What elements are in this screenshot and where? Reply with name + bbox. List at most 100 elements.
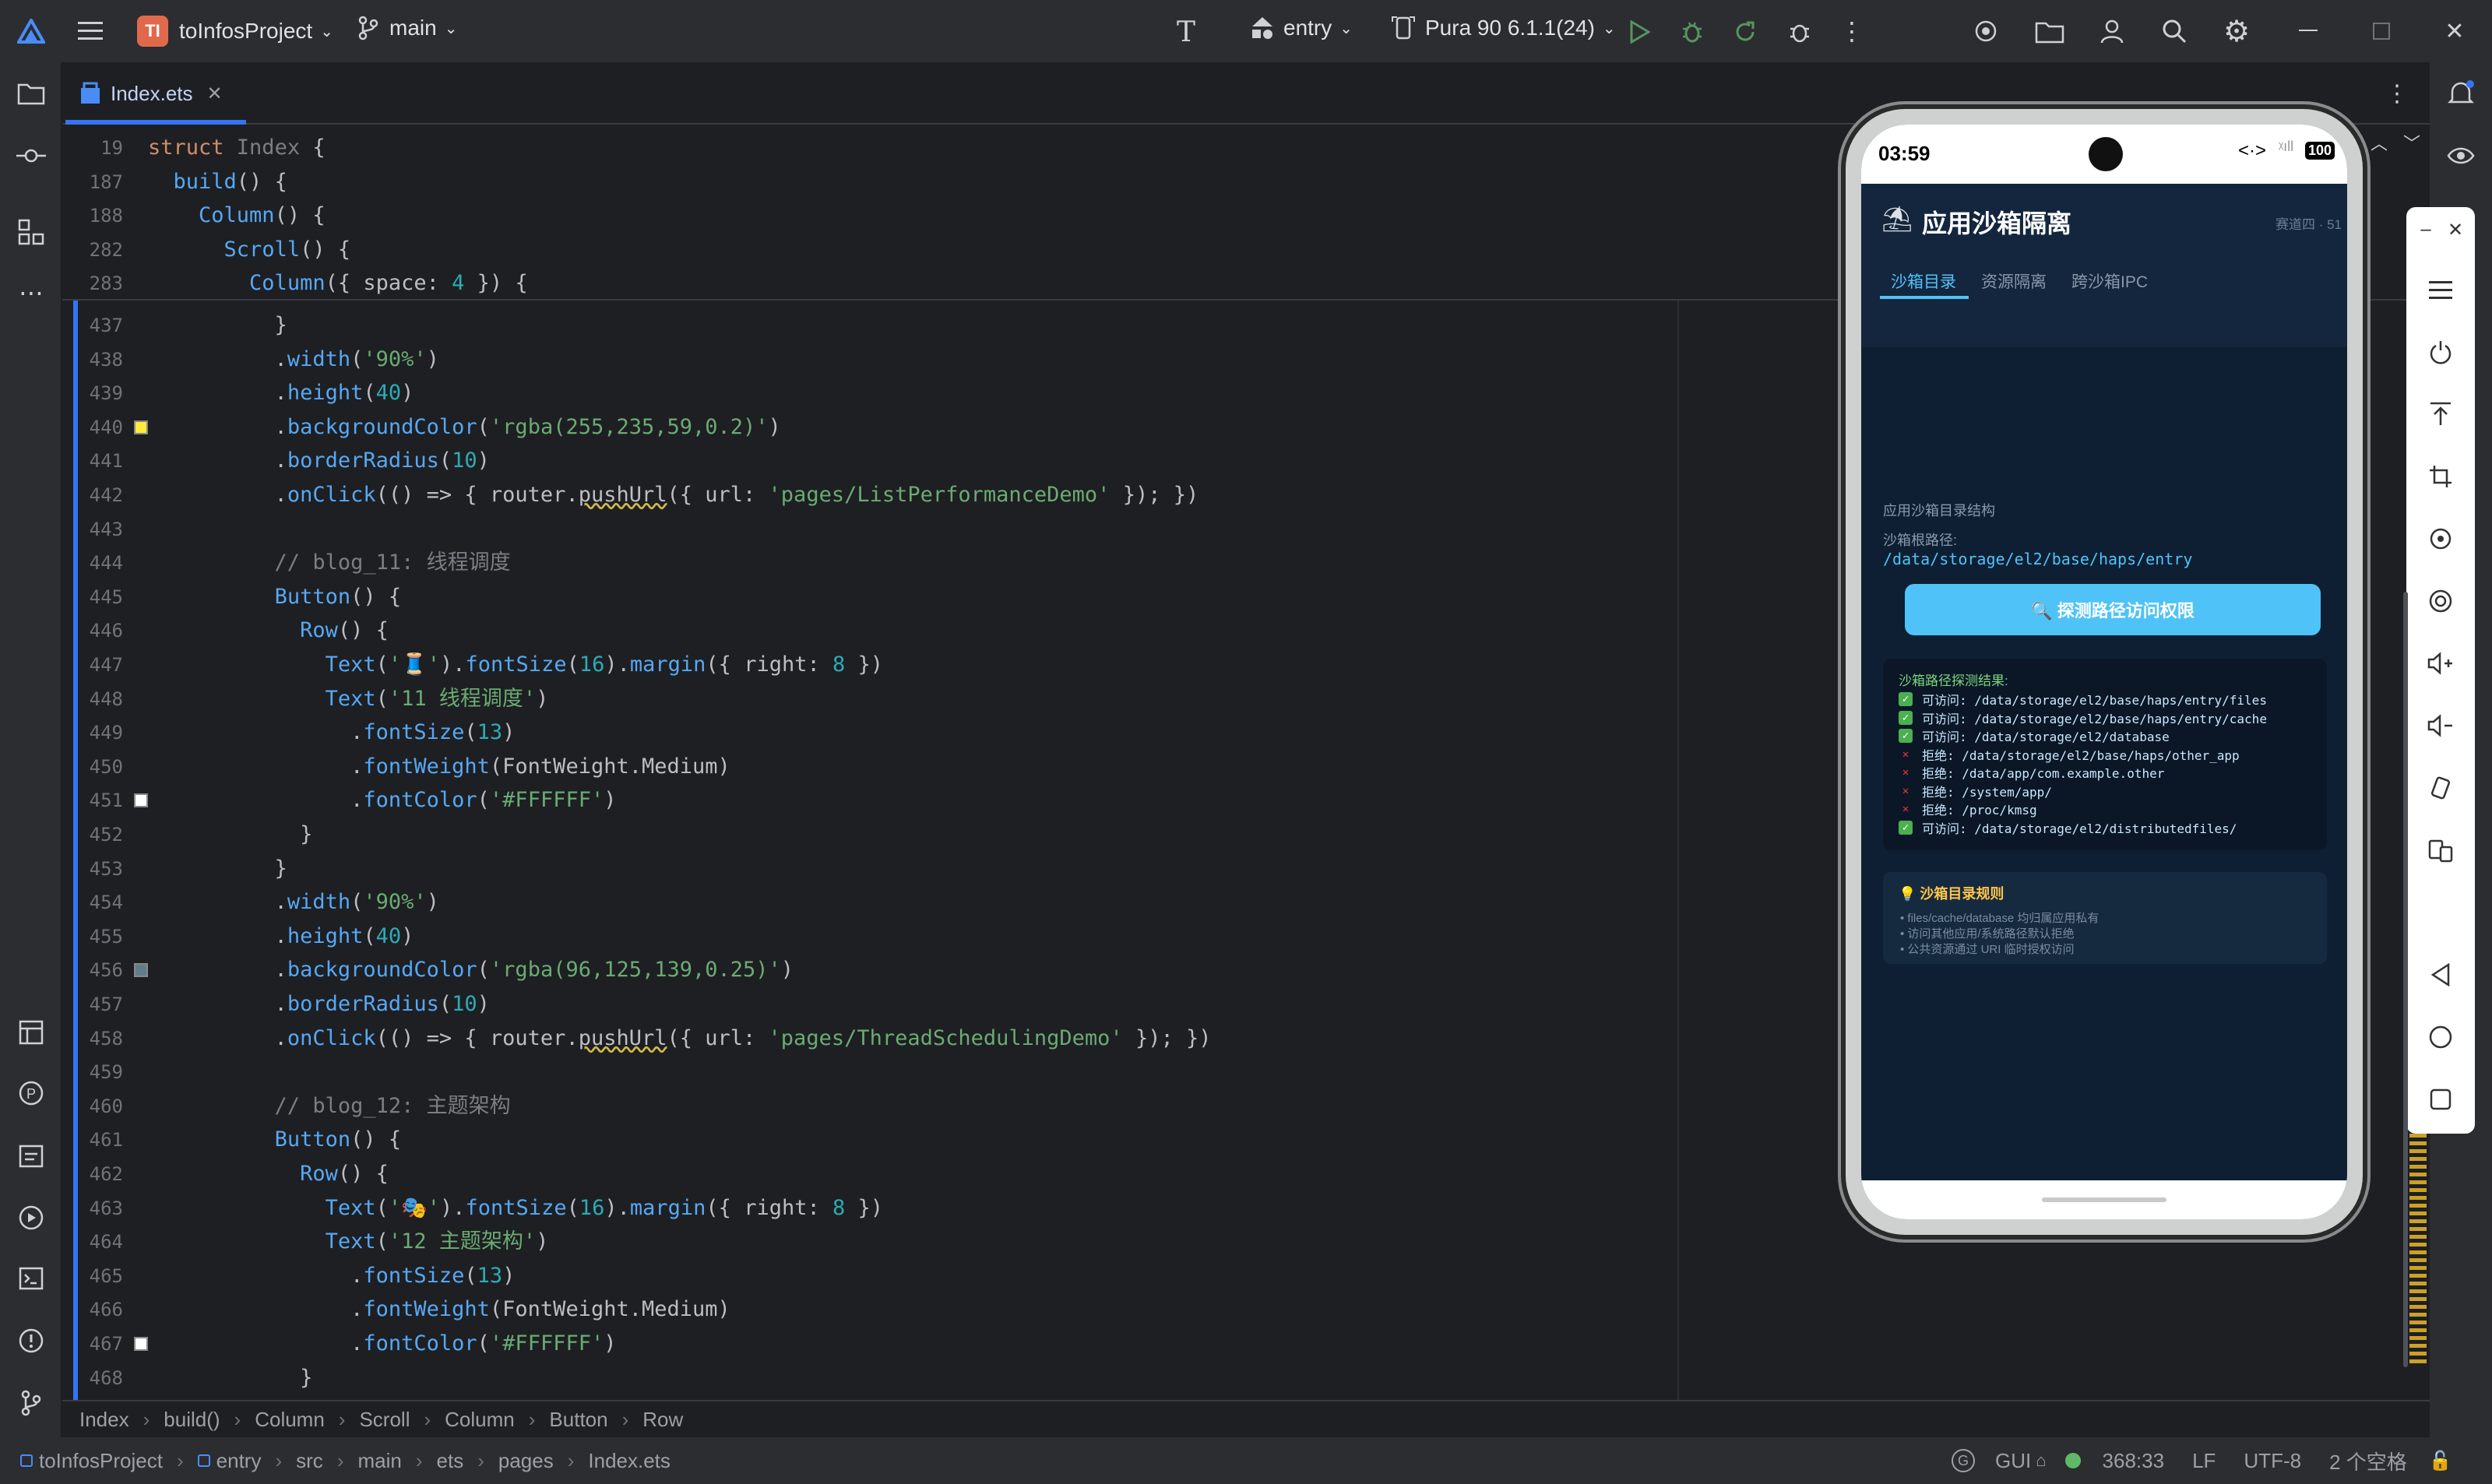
line-number: 456: [89, 959, 123, 982]
color-swatch-icon[interactable]: [134, 420, 148, 434]
code-text: .onClick(() => { router.pushUrl({ url: '…: [148, 1025, 1212, 1050]
check-icon: ✓: [1899, 729, 1913, 743]
shake-icon[interactable]: [2423, 771, 2458, 805]
code-text: Text('11 线程调度'): [325, 686, 549, 711]
apply-changes-icon[interactable]: [1729, 16, 1762, 48]
more-vertical-icon[interactable]: ⋮: [1836, 16, 1867, 47]
tab-resource-isolation[interactable]: 资源隔离: [1981, 269, 2047, 293]
code-text: .fontColor('#FFFFFF'): [148, 788, 617, 813]
status-path-item[interactable]: pages: [498, 1449, 554, 1473]
commit-icon[interactable]: [14, 139, 48, 173]
menu-icon[interactable]: [2423, 273, 2458, 307]
result-item: ✓ 可访问: /data/storage/el2/distributedfiles…: [1899, 818, 2237, 837]
minimize-icon[interactable]: [2293, 16, 2324, 47]
code-line[interactable]: 467 .fontColor('#FFFFFF'): [62, 1327, 2430, 1361]
code-text: Button() {: [274, 1127, 402, 1152]
home-indicator[interactable]: [2042, 1197, 2166, 1202]
branch-selector[interactable]: main ⌄: [357, 16, 457, 40]
tab-more-icon[interactable]: ⋮: [2381, 78, 2413, 109]
caret-position[interactable]: 368:33: [2103, 1449, 2165, 1473]
run-icon[interactable]: [1623, 16, 1656, 48]
target-icon[interactable]: [1969, 14, 2003, 48]
probe-permission-button[interactable]: 🔍 探测路径访问权限: [1905, 584, 2321, 635]
code-line[interactable]: 466 .fontWeight(FontWeight.Medium): [62, 1292, 2430, 1327]
preview-eye-icon[interactable]: [2444, 139, 2478, 173]
crop-icon[interactable]: [2423, 459, 2458, 494]
status-path-item[interactable]: src: [296, 1449, 323, 1473]
color-swatch-icon[interactable]: [134, 793, 148, 808]
code-line[interactable]: 468 }: [62, 1361, 2430, 1395]
tab-sandbox-dir[interactable]: 沙箱目录: [1891, 269, 1956, 293]
gui-label[interactable]: GUI: [1995, 1449, 2031, 1473]
color-swatch-icon[interactable]: [134, 963, 148, 978]
settings-gear-icon[interactable]: ⚙: [2219, 14, 2254, 48]
debug-icon[interactable]: [1676, 16, 1709, 48]
back-icon[interactable]: [2423, 958, 2458, 992]
run-config-selector[interactable]: entry ⌄: [1249, 16, 1353, 40]
file-encoding[interactable]: UTF-8: [2244, 1449, 2301, 1473]
more-horizontal-icon[interactable]: ⋯: [14, 276, 48, 310]
close-emulator-icon[interactable]: ✕: [2444, 218, 2467, 241]
font-tool-icon[interactable]: T: [1168, 14, 1204, 50]
profiler-icon[interactable]: P: [14, 1076, 48, 1110]
phone-screen[interactable]: 03:59 <·> ᵡıll 100 ⛱ 应用沙箱隔离 赛道四 · 51 沙箱目…: [1861, 125, 2347, 1219]
layout-inspector-icon[interactable]: [14, 1015, 48, 1050]
chevron-right-icon: ›: [336, 1448, 344, 1472]
chevron-up-icon[interactable]: ︿: [2367, 131, 2391, 154]
search-icon[interactable]: [2157, 14, 2191, 48]
project-selector[interactable]: TI toInfosProject ⌄: [137, 16, 333, 47]
status-path-item[interactable]: entry: [216, 1449, 262, 1473]
device-selector[interactable]: Pura 90 6.1.1(24) ⌄: [1391, 16, 1616, 40]
volume-down-icon[interactable]: [2423, 709, 2458, 743]
account-icon[interactable]: [2095, 14, 2129, 48]
project-folder-icon[interactable]: [14, 76, 48, 111]
multi-device-icon[interactable]: [2423, 833, 2458, 867]
status-path-item[interactable]: main: [357, 1449, 401, 1473]
structure-icon[interactable]: [14, 215, 48, 249]
breadcrumb-item[interactable]: Button: [549, 1408, 607, 1432]
breadcrumb-item[interactable]: Column: [255, 1408, 325, 1432]
tab-close-icon[interactable]: ✕: [207, 83, 223, 105]
result-item: ✓ 可访问: /data/storage/el2/database: [1899, 726, 2170, 745]
status-path-item[interactable]: ets: [437, 1449, 464, 1473]
services-icon[interactable]: [14, 1201, 48, 1235]
main-menu-icon[interactable]: [75, 16, 106, 47]
breadcrumb-item[interactable]: Index: [79, 1408, 129, 1432]
git-g-icon[interactable]: G: [1952, 1449, 1975, 1472]
tab-cross-sandbox-ipc[interactable]: 跨沙箱IPC: [2071, 269, 2148, 293]
problems-icon[interactable]: [14, 1324, 48, 1358]
indent-setting[interactable]: 2 个空格: [2329, 1447, 2407, 1475]
terminal-icon[interactable]: [14, 1261, 48, 1296]
maximize-icon[interactable]: [2366, 16, 2397, 47]
color-swatch-icon[interactable]: [134, 1337, 148, 1351]
top-arrow-icon[interactable]: [2423, 397, 2458, 431]
screenshot-icon[interactable]: [2423, 584, 2458, 618]
minimize-emulator-icon[interactable]: –: [2414, 218, 2437, 241]
chevron-right-icon: ›: [143, 1407, 150, 1431]
editor-scrollbar[interactable]: [2403, 592, 2408, 1367]
version-control-icon[interactable]: [14, 1386, 48, 1420]
code-text: // blog_11: 线程调度: [148, 550, 511, 575]
readonly-lock-icon[interactable]: 🔓: [2429, 1450, 2452, 1472]
todo-icon[interactable]: [14, 1138, 48, 1173]
chevron-down-icon[interactable]: ﹀: [2400, 131, 2423, 154]
power-icon[interactable]: [2423, 335, 2458, 369]
rotate-icon[interactable]: [2423, 522, 2458, 556]
breadcrumb-item[interactable]: build(): [164, 1408, 220, 1432]
code-line[interactable]: 465 .fontSize(13): [62, 1259, 2430, 1293]
breadcrumb-item[interactable]: Scroll: [359, 1408, 410, 1432]
home-icon[interactable]: [2423, 1020, 2458, 1054]
status-path-item[interactable]: toInfosProject: [39, 1449, 163, 1473]
tab-index-ets[interactable]: Index.ets ✕: [79, 73, 223, 114]
close-window-icon[interactable]: ✕: [2439, 16, 2470, 47]
breadcrumb-item[interactable]: Row: [642, 1408, 683, 1432]
line-separator[interactable]: LF: [2192, 1449, 2216, 1473]
notifications-bell-icon[interactable]: [2444, 76, 2478, 111]
status-path-item[interactable]: Index.ets: [588, 1449, 671, 1473]
device-manager-icon[interactable]: [2033, 14, 2067, 48]
attach-debugger-icon[interactable]: [1783, 16, 1816, 48]
code-text: .borderRadius(10): [148, 992, 490, 1016]
breadcrumb-item[interactable]: Column: [445, 1408, 515, 1432]
volume-up-icon[interactable]: [2423, 646, 2458, 680]
recents-icon[interactable]: [2423, 1082, 2458, 1117]
